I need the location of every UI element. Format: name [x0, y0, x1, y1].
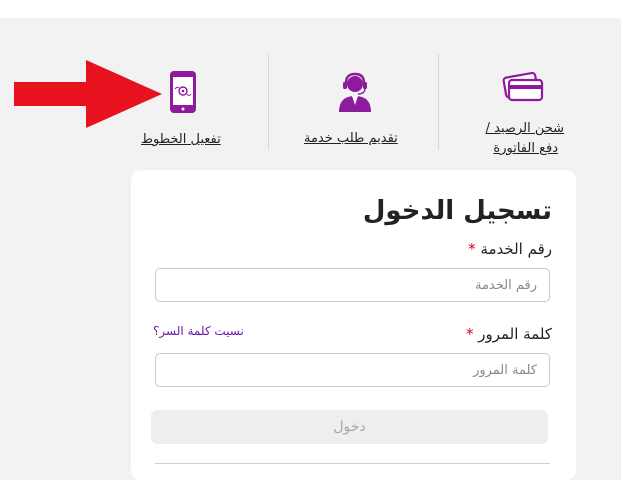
credit-cards-icon [502, 72, 544, 102]
quick-link-label[interactable]: شحن الرصيد / [480, 120, 564, 138]
divider [155, 463, 550, 464]
service-number-label: رقم الخدمة * [468, 240, 552, 258]
mobile-phone-icon [170, 71, 196, 113]
support-agent-icon [339, 72, 371, 112]
quick-link-label[interactable]: تقديم طلب خدمة [304, 130, 398, 148]
service-number-input[interactable] [155, 268, 550, 302]
quick-link-label[interactable]: تفعيل الخطوط [141, 131, 221, 149]
login-card: تسجيل الدخول رقم الخدمة * كلمة المرور * … [131, 170, 576, 480]
page-title: تسجيل الدخول [362, 196, 552, 226]
password-label: كلمة المرور * [466, 325, 552, 343]
login-button[interactable]: دخول [151, 410, 548, 444]
password-label-text: كلمة المرور [478, 325, 552, 343]
divider [268, 54, 269, 150]
required-mark: * [468, 240, 476, 258]
required-mark: * [465, 325, 474, 343]
forgot-password-link[interactable]: نسيت كلمة السر؟ [153, 324, 244, 338]
quick-link-label[interactable]: دفع الفاتورة [488, 140, 558, 158]
service-number-label-text: رقم الخدمة [480, 240, 552, 258]
password-input[interactable] [155, 353, 550, 387]
quick-links: تفعيل الخطوط تقديم طلب خدمة شحن الرصيد /… [0, 0, 621, 170]
divider [438, 54, 439, 150]
